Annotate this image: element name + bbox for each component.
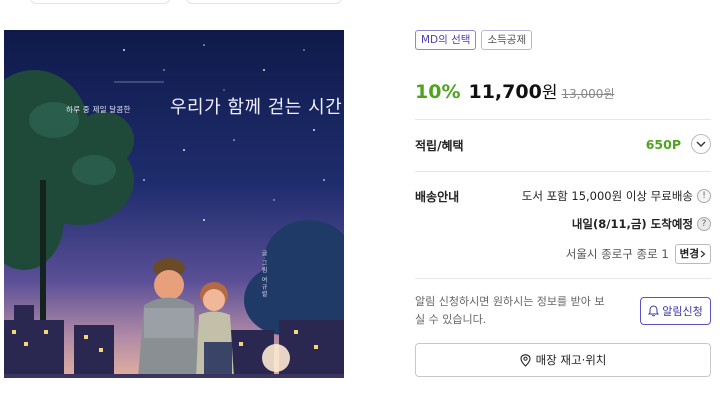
alert-subscribe-label: 알림신청 [662,305,703,318]
points-label: 적립/혜택 [415,139,464,153]
price-row: 10% 11,700 원 13,000원 [415,78,614,103]
points-expand-button[interactable] [691,134,711,154]
book-cover-image[interactable]: 하루 중 제일 달콤한 우리가 함께 걷는 시간 글·그림 여규렬 [4,30,344,378]
arrival-date: 내일(8/11,금) [571,217,647,231]
free-shipping-info: 도서 포함 15,000원 이상 무료배송 ! [522,188,711,204]
store-stock-location-label: 매장 재고·위치 [535,353,607,367]
cover-illustration [4,30,344,378]
top-strip [0,0,720,4]
arrival-suffix: 도착예정 [650,217,693,231]
md-pick-badge: MD의 선택 [415,30,477,50]
change-address-label: 변경 [679,248,699,260]
divider [415,171,711,172]
info-icon[interactable]: ! [697,189,711,203]
chevron-down-icon [696,141,706,147]
cover-subtitle: 하루 중 제일 달콤한 [66,105,131,114]
divider [415,119,711,120]
arrival-info: 내일(8/11,금) 도착예정 ? [572,216,711,232]
location-pin-icon [520,353,531,367]
alert-subscribe-button[interactable]: 알림신청 [640,297,711,325]
badge-group: MD의 선택 소득공제 [415,30,533,50]
points-value: 650P [645,137,681,152]
tax-deduction-badge: 소득공제 [481,30,533,50]
price-unit: 원 [541,83,558,103]
free-shipping-text: 도서 포함 15,000원 이상 무료배송 [521,189,693,203]
store-stock-location-button[interactable]: 매장 재고·위치 [415,343,711,377]
discount-rate: 10% [415,81,461,103]
cover-title: 우리가 함께 걷는 시간 [170,97,343,118]
original-price: 13,000원 [561,87,615,101]
delivery-address: 서울시 종로구 종로 1 [565,247,669,261]
delivery-address-row: 서울시 종로구 종로 1 변경 [566,244,711,264]
alert-description: 알림 신청하시면 원하시는 정보를 받아 보실 수 있습니다. [415,295,605,326]
top-tab-right[interactable] [186,0,342,4]
change-address-button[interactable]: 변경 [674,244,711,264]
cover-author: 글·그림 여규렬 [260,250,267,298]
top-tab-left[interactable] [30,0,170,4]
bell-icon [648,305,660,317]
chevron-right-icon [700,250,706,258]
help-icon[interactable]: ? [697,217,711,231]
shipping-label: 배송안내 [415,190,460,204]
sale-price: 11,700 [468,81,542,103]
divider [415,278,711,279]
